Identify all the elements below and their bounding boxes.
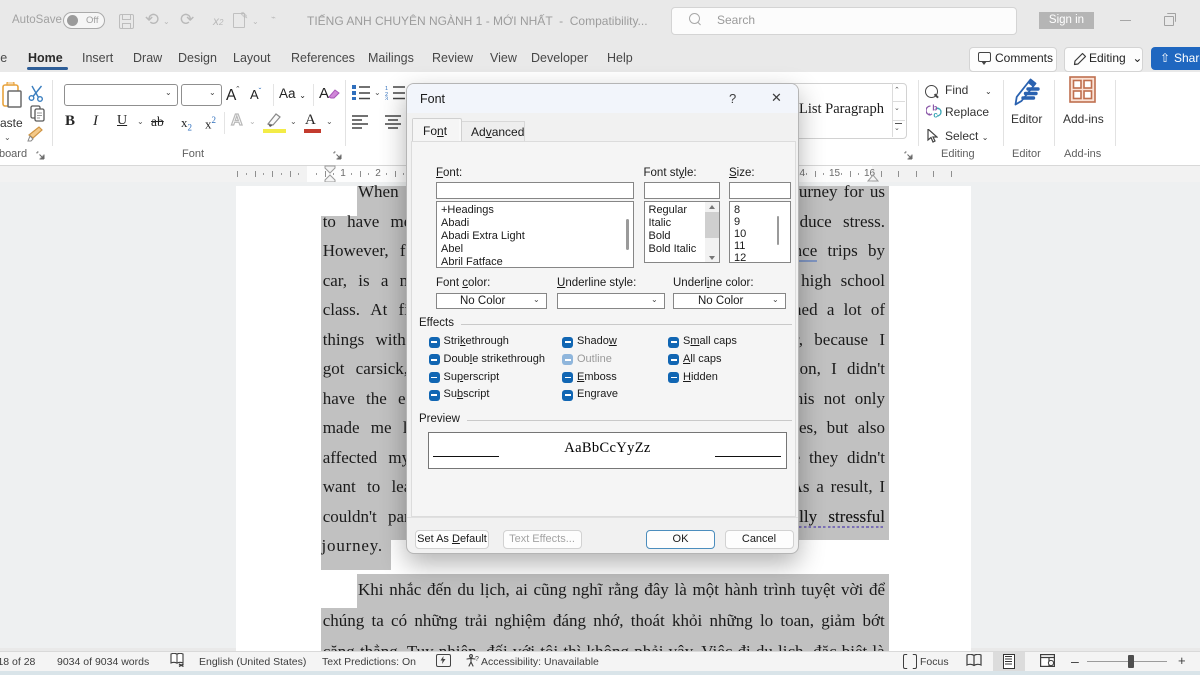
svg-text:3: 3 [385, 97, 388, 101]
svg-text:?: ? [475, 656, 479, 663]
svg-text:c: c [933, 111, 938, 119]
